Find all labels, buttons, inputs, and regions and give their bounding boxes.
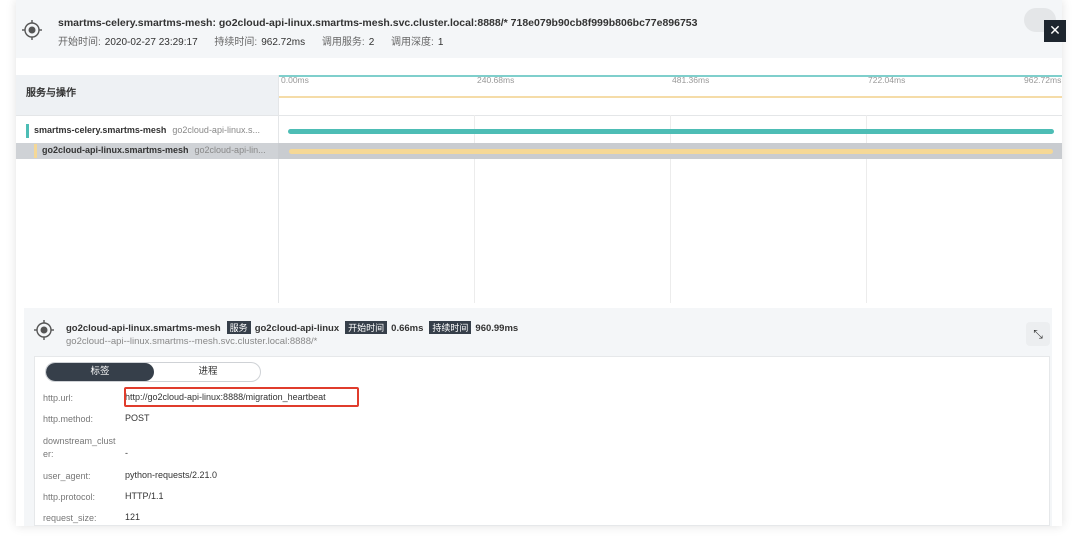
tag-key: request_size: xyxy=(43,513,97,523)
tag-key: downstream_clust er: xyxy=(43,436,116,459)
span-bar[interactable] xyxy=(288,149,1054,154)
duration-value: 962.72ms xyxy=(261,37,306,48)
highlight-box xyxy=(124,387,359,407)
start-time-value: 2020-02-27 23:29:17 xyxy=(104,37,198,48)
start-time-value: 0.66ms xyxy=(391,323,424,334)
collapse-button[interactable]: ⤡ xyxy=(1026,322,1050,346)
depth-value: 1 xyxy=(437,37,444,48)
time-ruler[interactable]: 0.00ms 240.68ms 481.36ms 722.04ms 962.72… xyxy=(279,75,1062,115)
tag-key: http.url: xyxy=(43,393,74,403)
services-label: 调用服务: xyxy=(321,37,365,48)
duration-value: 960.99ms xyxy=(475,323,519,334)
span-operation-name: go2cloud--api--linux.smartms--mesh.svc.c… xyxy=(66,336,318,347)
start-time-tag: 开始时间 xyxy=(345,321,388,334)
close-button[interactable]: ✕ xyxy=(1044,20,1066,42)
tag-value: python-requests/2.21.0 xyxy=(125,470,218,480)
span-detail: go2cloud-api-linux.smartms-mesh 服务 go2clou… xyxy=(24,308,1052,526)
span-summary: go2cloud-api-linux.smartms-mesh 服务 go2clou… xyxy=(66,321,518,334)
trace-dialog: smartms-celery.smartms-mesh: go2cloud-ap… xyxy=(16,0,1062,526)
trace-meta: 开始时间: 2020-02-27 23:29:17 持续时间: 962.72ms 调… xyxy=(58,33,457,48)
tag-key: http.protocol: xyxy=(43,492,96,502)
tag-key: user_agent: xyxy=(43,471,91,481)
tick-label: 481.36ms xyxy=(672,75,710,85)
tick-label: 240.68ms xyxy=(477,75,515,85)
tags-panel: 标签 进程 http.url: http://go2cloud-api-linu… xyxy=(34,356,1050,526)
service-value: go2cloud-api-linux xyxy=(254,323,340,334)
collapse-icon: ⤡ xyxy=(1033,327,1043,341)
tick-label: 962.72ms xyxy=(1024,75,1062,85)
services-operations-title: 服务与操作 xyxy=(26,88,76,99)
tag-key: http.method: xyxy=(43,414,94,424)
services-value: 2 xyxy=(368,37,375,48)
service-tag: 服务 xyxy=(226,321,251,334)
tick-label: 722.04ms xyxy=(868,75,906,85)
span-row-selected[interactable]: go2cloud-api-linux.smartms-mesh go2cloud-… xyxy=(16,143,1062,159)
service-color-bar xyxy=(34,144,37,158)
span-operation: go2cloud-api-lin... xyxy=(194,145,266,155)
duration-label: 持续时间: xyxy=(214,37,258,48)
tab-process[interactable]: 进程 xyxy=(154,363,260,381)
timeline: 服务与操作 0.00ms 240.68ms 481.36ms 722.04ms … xyxy=(16,75,1062,303)
span-service-name: go2cloud-api-linux.smartms-mesh xyxy=(66,323,221,334)
services-operations-header: 服务与操作 xyxy=(16,75,278,115)
divider xyxy=(16,115,1062,116)
trace-title: smartms-celery.smartms-mesh: go2cloud-ap… xyxy=(58,17,698,29)
close-icon: ✕ xyxy=(1049,23,1061,39)
tab-group: 标签 进程 xyxy=(45,362,261,382)
tag-value: 121 xyxy=(125,512,141,522)
span-bar[interactable] xyxy=(288,129,1054,134)
span-row-label: go2cloud-api-linux.smartms-mesh go2cloud-… xyxy=(42,145,266,155)
duration-tag: 持续时间 xyxy=(429,321,472,334)
tag-value: - xyxy=(125,448,128,458)
trace-header: smartms-celery.smartms-mesh: go2cloud-ap… xyxy=(16,0,1062,58)
span-row-label: smartms-celery.smartms-mesh go2cloud-api-… xyxy=(34,125,260,135)
crosshair-icon xyxy=(22,20,42,44)
tag-value: HTTP/1.1 xyxy=(125,491,164,501)
tab-tags[interactable]: 标签 xyxy=(46,363,154,381)
span-operation: go2cloud-api-linux.s... xyxy=(172,125,260,135)
ruler-top-line xyxy=(279,75,1062,77)
span-row[interactable]: smartms-celery.smartms-mesh go2cloud-api-… xyxy=(16,123,1062,139)
crosshair-icon xyxy=(34,320,54,344)
column-divider[interactable] xyxy=(278,75,279,303)
tag-value: POST xyxy=(125,413,150,423)
service-color-bar xyxy=(26,124,29,138)
span-service: go2cloud-api-linux.smartms-mesh xyxy=(42,145,189,155)
tick-label: 0.00ms xyxy=(281,75,309,85)
depth-label: 调用深度: xyxy=(391,37,434,48)
span-service: smartms-celery.smartms-mesh xyxy=(34,125,167,135)
ruler-bottom-line xyxy=(279,96,1062,98)
start-time-label: 开始时间: xyxy=(58,37,101,48)
